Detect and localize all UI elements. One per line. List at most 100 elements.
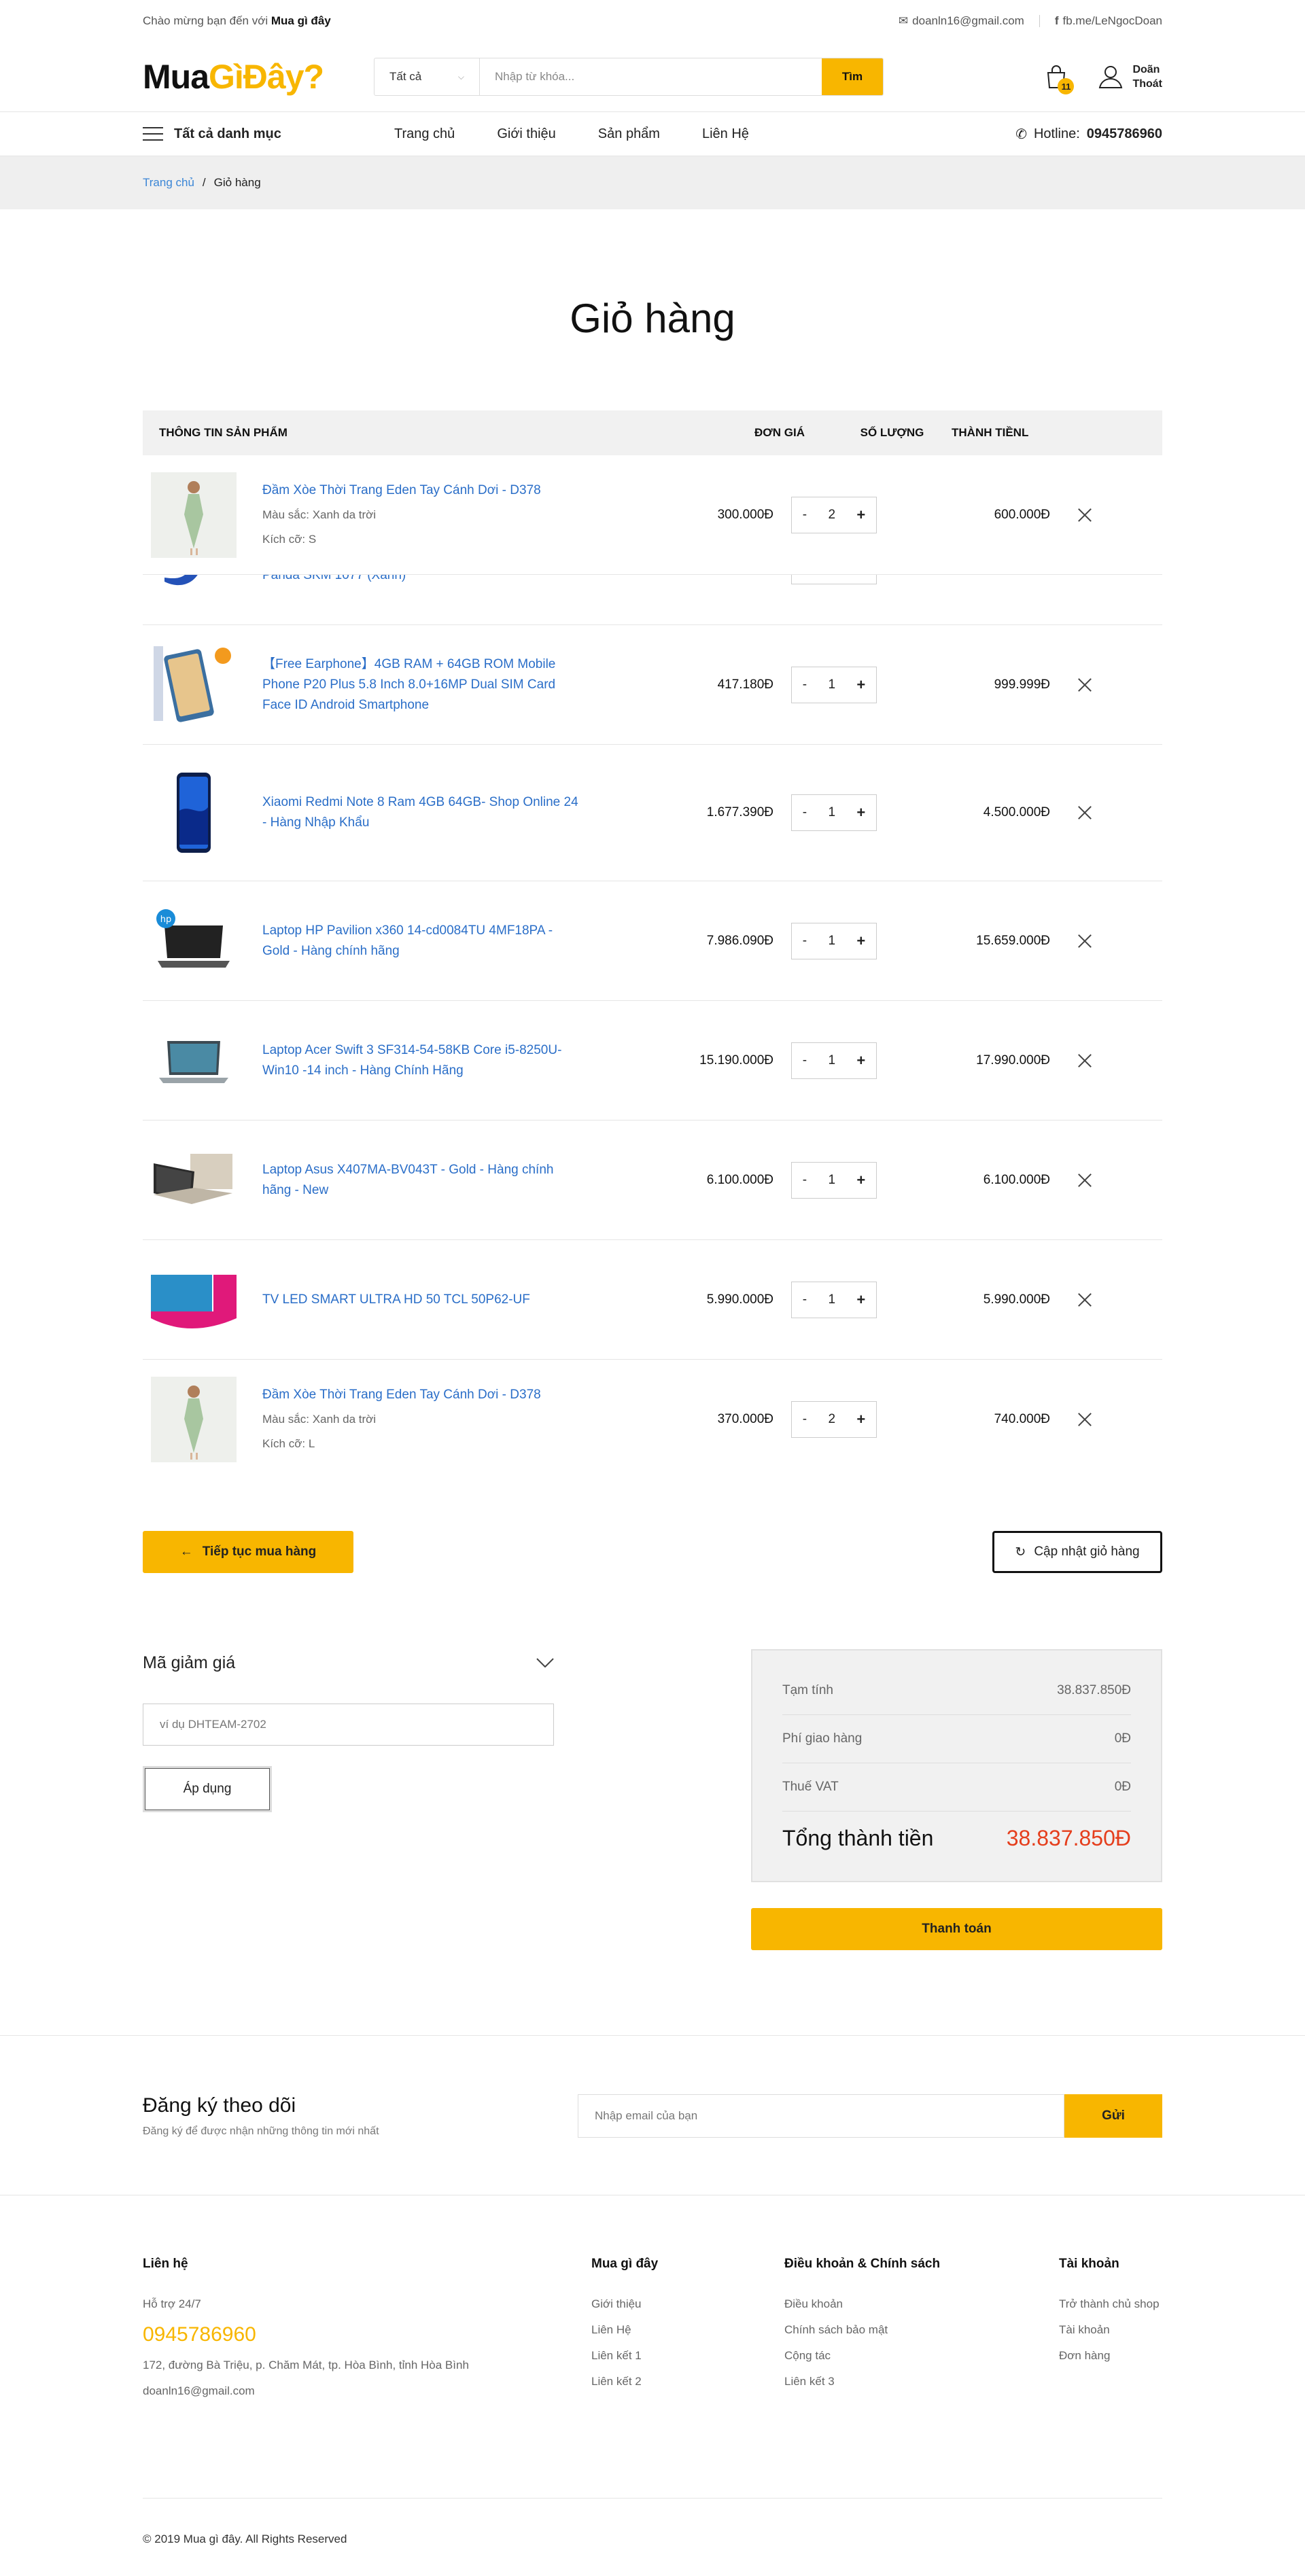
product-name[interactable]: Đầm Xòe Thời Trang Eden Tay Cánh Dơi - D… [262,1385,582,1405]
footer-link[interactable]: Liên kết 3 [784,2375,1059,2388]
subtotal-value: 38.837.850Đ [1057,1683,1131,1697]
cart-button[interactable]: 11 [1043,63,1075,94]
footer-link[interactable]: Liên kết 2 [591,2375,784,2388]
user-account[interactable]: Doãn Thoát [1097,63,1162,91]
product-name[interactable]: Laptop Asus X407MA-BV043T - Gold - Hàng … [262,1160,582,1201]
continue-shopping-button[interactable]: ← Tiếp tục mua hàng [143,1531,353,1573]
qty-decrease-button[interactable]: - [803,1173,807,1188]
remove-item-icon[interactable] [1077,1412,1092,1427]
product-thumbnail[interactable] [151,575,237,599]
qty-decrease-button[interactable]: - [803,805,807,820]
laptop-image: hp [151,898,237,984]
search-category-select[interactable]: Tất cả ⌵ [375,58,480,95]
qty-decrease-button[interactable]: - [803,677,807,692]
qty-input[interactable]: 1 [828,1292,835,1307]
newsletter-submit-button[interactable]: Gửi [1064,2094,1162,2138]
product-thumbnail[interactable] [151,1256,237,1343]
product-thumbnail[interactable] [151,1017,237,1104]
footer-email[interactable]: doanln16@gmail.com [143,2384,591,2398]
footer-phone[interactable]: 0945786960 [143,2323,591,2346]
product-name[interactable]: TV LED SMART ULTRA HD 50 TCL 50P62-UF [262,1290,582,1310]
qty-decrease-button[interactable]: - [803,1412,807,1427]
qty-input[interactable]: 1 [828,805,835,820]
remove-item-icon[interactable] [1077,677,1092,692]
qty-input[interactable]: 1 [828,677,835,692]
quantity-stepper [791,575,877,584]
logout-link[interactable]: Thoát [1132,77,1162,91]
footer-link[interactable]: Giới thiệu [591,2297,784,2311]
product-thumbnail[interactable] [151,1137,237,1223]
footer-link[interactable]: Đơn hàng [1059,2349,1160,2363]
remove-item-icon[interactable] [1077,1173,1092,1188]
product-thumbnail[interactable] [151,1377,237,1462]
qty-increase-button[interactable]: + [856,676,865,694]
footer-link[interactable]: Liên Hệ [591,2323,784,2337]
qty-input[interactable]: 1 [828,1053,835,1068]
qty-increase-button[interactable]: + [856,1291,865,1309]
qty-input[interactable]: 1 [828,1173,835,1188]
product-name[interactable]: Xiaomi Redmi Note 8 Ram 4GB 64GB- Shop O… [262,792,582,833]
arrow-left-icon: ← [179,1545,193,1559]
product-name[interactable]: Laptop Acer Swift 3 SF314-54-58KB Core i… [262,1040,582,1081]
nav-item-home[interactable]: Trang chủ [394,126,455,142]
footer-link[interactable]: Trở thành chủ shop [1059,2297,1160,2311]
qty-decrease-button[interactable]: - [803,934,807,949]
qty-increase-button[interactable]: + [856,804,865,822]
qty-decrease-button[interactable]: - [803,508,807,523]
unit-price: 5.990.000Đ [706,1292,773,1307]
remove-item-icon[interactable] [1077,805,1092,820]
line-total: 4.500.000Đ [983,805,1050,819]
facebook-link[interactable]: f fb.me/LeNgocDoan [1055,14,1162,28]
product-name[interactable]: 【Free Earphone】4GB RAM + 64GB ROM Mobile… [262,654,582,716]
qty-input[interactable]: 2 [828,508,835,523]
coupon-title: Mã giảm giá [143,1653,236,1672]
line-total: 15.659.000Đ [976,933,1050,948]
all-categories-button[interactable]: Tất cả danh mục [143,126,394,142]
product-thumbnail[interactable] [151,472,237,558]
qty-decrease-button[interactable]: - [803,1053,807,1068]
product-thumbnail[interactable] [151,641,237,728]
footer-link[interactable]: Tài khoản [1059,2323,1160,2337]
grand-total-label: Tổng thành tiền [782,1825,934,1850]
qty-decrease-button[interactable]: - [803,1292,807,1307]
footer-link[interactable]: Cộng tác [784,2349,1059,2363]
checkout-button[interactable]: Thanh toán [751,1908,1162,1950]
cart-row: TV LED SMART ULTRA HD 50 TCL 50P62-UF 5.… [143,1240,1162,1360]
product-name[interactable]: Laptop HP Pavilion x360 14-cd0084TU 4MF1… [262,921,582,961]
nav-item-products[interactable]: Sản phẩm [598,126,660,142]
site-logo[interactable]: MuaGìĐây? [143,57,374,96]
search-button[interactable]: Tìm [822,58,883,95]
product-thumbnail[interactable]: hp [151,898,237,984]
footer-link[interactable]: Điều khoản [784,2297,1059,2311]
remove-item-icon[interactable] [1077,508,1092,523]
top-bar: Chào mừng bạn đến với Mua gì đây ✉ doanln… [0,0,1305,42]
qty-increase-button[interactable]: + [856,506,865,524]
footer-link[interactable]: Liên kết 1 [591,2349,784,2363]
remove-item-icon[interactable] [1077,1292,1092,1307]
footer-col-about: Mua gì đây Giới thiệu Liên Hệ Liên kết 1… [591,2257,784,2498]
product-name[interactable]: Panda SKM 1077 (Xanh) [262,575,582,586]
qty-input[interactable]: 1 [828,934,835,949]
update-cart-button[interactable]: ↻ Cập nhật giỏ hàng [992,1531,1162,1573]
qty-increase-button[interactable]: + [856,1171,865,1189]
search-input[interactable]: Nhập từ khóa... [480,58,822,95]
newsletter-email-input[interactable]: Nhập email của bạn [578,2094,1064,2138]
qty-increase-button[interactable]: + [856,1411,865,1428]
nav-item-about[interactable]: Giới thiệu [497,126,555,142]
apply-coupon-button[interactable]: Áp dụng [143,1766,272,1812]
qty-increase-button[interactable]: + [856,932,865,950]
nav-item-contact[interactable]: Liên Hệ [702,126,749,142]
qty-increase-button[interactable]: + [856,1052,865,1070]
product-thumbnail[interactable] [151,770,237,855]
breadcrumb-home[interactable]: Trang chủ [143,176,194,190]
coupon-toggle[interactable]: Mã giảm giá [143,1649,554,1676]
quantity-stepper: - 1 + [791,1281,877,1318]
footer-link[interactable]: Chính sách bảo mật [784,2323,1059,2337]
hotline[interactable]: ✆ Hotline: 0945786960 [1015,126,1162,143]
product-name[interactable]: Đầm Xòe Thời Trang Eden Tay Cánh Dơi - D… [262,480,582,501]
email-link[interactable]: ✉ doanln16@gmail.com [899,14,1024,28]
coupon-input[interactable]: ví dụ DHTEAM-2702 [143,1704,554,1746]
qty-input[interactable]: 2 [828,1412,835,1427]
remove-item-icon[interactable] [1077,1053,1092,1068]
remove-item-icon[interactable] [1077,934,1092,949]
